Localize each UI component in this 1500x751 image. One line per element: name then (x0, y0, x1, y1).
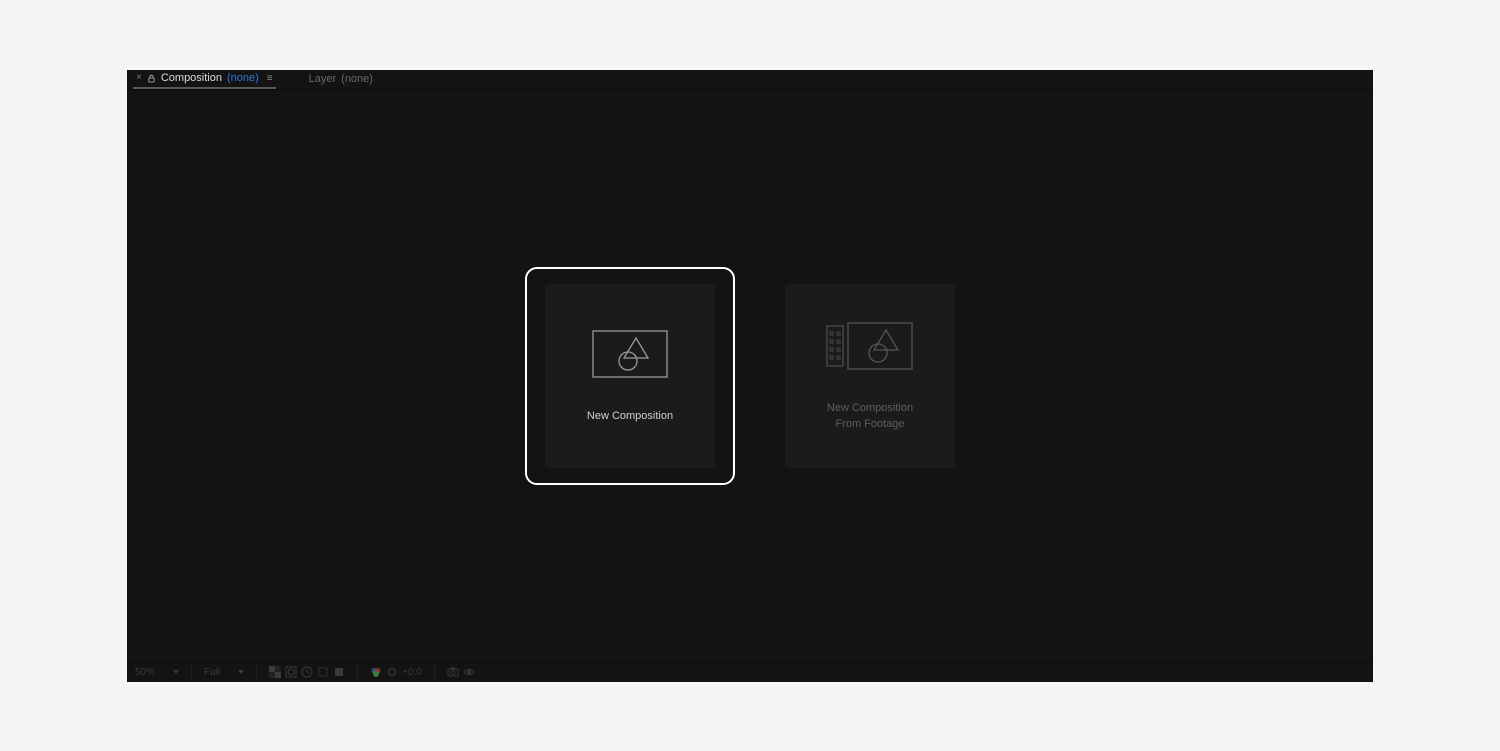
tab-composition[interactable]: × Composition (none) ≡ (133, 70, 276, 89)
color-management-icon[interactable] (370, 666, 382, 678)
new-composition-from-footage-button[interactable]: New Composition From Footage (785, 284, 955, 468)
roi-icon[interactable] (317, 666, 329, 678)
dropdown-caret-icon (173, 670, 179, 674)
tab-layer-suffix: (none) (341, 73, 373, 85)
channel-icon[interactable] (333, 666, 345, 678)
tab-layer-label: Layer (309, 73, 337, 85)
composition-from-footage-icon (826, 319, 914, 373)
composition-icon (586, 327, 674, 381)
divider (256, 666, 257, 678)
new-composition-from-footage-card-wrapper: New Composition From Footage (765, 267, 975, 485)
close-tab-icon[interactable]: × (136, 73, 142, 83)
tab-layer[interactable]: Layer (none) (306, 70, 376, 89)
empty-composition-viewer: New Composition (127, 90, 1373, 662)
new-composition-label: New Composition (587, 409, 673, 424)
clock-icon[interactable] (301, 666, 313, 678)
lock-icon (147, 74, 156, 83)
footer-icon-group-2 (447, 666, 475, 678)
panel-tab-bar: × Composition (none) ≡ Layer (none) (127, 70, 1373, 90)
zoom-value: 50% (135, 667, 155, 678)
transparency-grid-icon[interactable] (269, 666, 281, 678)
new-composition-from-footage-label: New Composition From Footage (827, 401, 913, 432)
exposure-group: +0.0 (370, 666, 422, 678)
new-composition-button[interactable]: New Composition (545, 284, 715, 468)
footer-icon-group (269, 666, 345, 678)
mask-shape-icon[interactable] (285, 666, 297, 678)
tab-composition-suffix: (none) (227, 72, 259, 84)
exposure-icon[interactable] (386, 666, 398, 678)
composition-panel: × Composition (none) ≡ Layer (none) (127, 70, 1373, 682)
zoom-dropdown[interactable]: 50% (135, 667, 179, 678)
new-composition-card-wrapper: New Composition (525, 267, 735, 485)
exposure-value[interactable]: +0.0 (402, 667, 422, 678)
snapshot-icon[interactable] (447, 666, 459, 678)
panel-menu-icon[interactable]: ≡ (267, 73, 273, 84)
viewer-footer-bar: 50% Full (127, 662, 1373, 682)
show-snapshot-icon[interactable] (463, 666, 475, 678)
divider (357, 666, 358, 678)
divider (191, 666, 192, 678)
divider (434, 666, 435, 678)
dropdown-caret-icon (238, 670, 244, 674)
resolution-value: Full (204, 667, 220, 678)
resolution-dropdown[interactable]: Full (204, 667, 244, 678)
tab-composition-label: Composition (161, 72, 222, 84)
